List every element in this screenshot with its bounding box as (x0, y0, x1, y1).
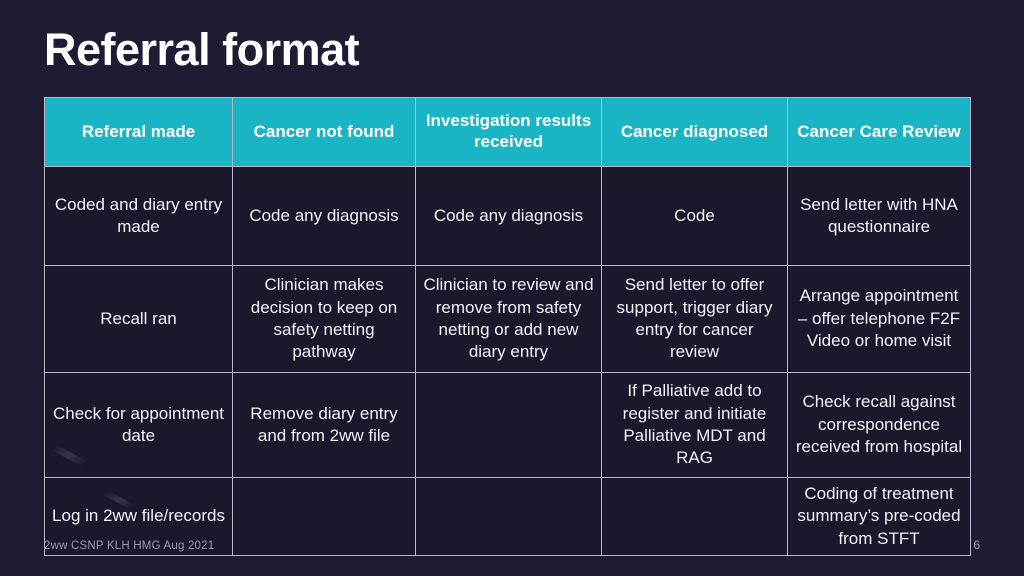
column-header-cancer-diagnosed: Cancer diagnosed (601, 97, 788, 167)
table-row: Coded and diary entry made Code any diag… (44, 166, 971, 266)
table-cell: Code any diagnosis (415, 166, 602, 266)
column-header-investigation-results: Investigation results received (415, 97, 602, 167)
table-row: Check for appointment date Remove diary … (44, 372, 971, 478)
table-row: Recall ran Clinician makes decision to k… (44, 265, 971, 373)
table-cell: Check for appointment date (44, 372, 233, 478)
table-cell: Coding of treatment summary’s pre-coded … (787, 477, 971, 556)
table-cell: Clinician makes decision to keep on safe… (232, 265, 416, 373)
referral-format-table: Referral made Cancer not found Investiga… (44, 97, 971, 556)
page-title: Referral format (44, 24, 360, 75)
page-number: 6 (973, 538, 980, 552)
table-header-row: Referral made Cancer not found Investiga… (44, 97, 971, 167)
table-cell: Recall ran (44, 265, 233, 373)
table-cell: If Palliative add to register and initia… (601, 372, 788, 478)
column-header-referral-made: Referral made (44, 97, 233, 167)
table-cell (601, 477, 788, 556)
table-cell (415, 477, 602, 556)
table-cell: Code (601, 166, 788, 266)
table-cell: Send letter with HNA questionnaire (787, 166, 971, 266)
column-header-cancer-care-review: Cancer Care Review (787, 97, 971, 167)
slide-canvas: Referral format Referral made Cancer not… (0, 0, 1024, 576)
table-cell: Remove diary entry and from 2ww file (232, 372, 416, 478)
table-cell (232, 477, 416, 556)
table-cell: Code any diagnosis (232, 166, 416, 266)
table-cell (415, 372, 602, 478)
footer-note: 2ww CSNP KLH HMG Aug 2021 (44, 540, 215, 552)
table-cell: Check recall against correspondence rece… (787, 372, 971, 478)
table-cell: Arrange appointment – offer telephone F2… (787, 265, 971, 373)
column-header-cancer-not-found: Cancer not found (232, 97, 416, 167)
table-cell: Send letter to offer support, trigger di… (601, 265, 788, 373)
table-cell: Clinician to review and remove from safe… (415, 265, 602, 373)
table-cell: Coded and diary entry made (44, 166, 233, 266)
